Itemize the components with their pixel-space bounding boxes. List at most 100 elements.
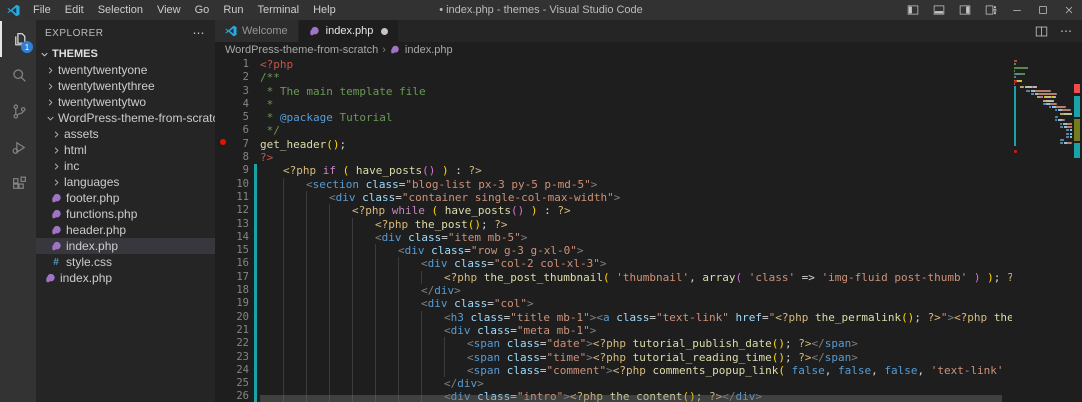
code-text[interactable]: * The main template file [257,85,1012,98]
breakpoint-margin[interactable] [215,390,227,402]
breakpoint-margin[interactable] [215,98,227,111]
breakpoint-margin[interactable] [215,124,227,137]
customize-layout-icon[interactable] [978,0,1004,20]
run-and-debug-icon[interactable] [0,129,36,165]
minimap[interactable] [1014,60,1072,402]
tree-file-index.php[interactable]: index.php [36,238,215,254]
code-text[interactable]: <div class="container single-col-max-wid… [257,191,1012,204]
toggle-primary-sidebar-icon[interactable] [900,0,926,20]
tree-folder-twentytwentythree[interactable]: twentytwentythree [36,78,215,94]
breakpoint-margin[interactable] [215,85,227,98]
breakpoint-margin[interactable] [215,257,227,270]
tab-welcome[interactable]: Welcome [215,20,298,42]
code-text[interactable]: <h3 class="title mb-1"><a class="text-li… [257,311,1012,324]
breakpoint-margin[interactable] [215,351,227,364]
menu-help[interactable]: Help [306,0,343,20]
menu-edit[interactable]: Edit [58,0,91,20]
breakpoint-margin[interactable] [215,311,227,324]
code-text[interactable]: <?php [257,58,1012,71]
tree-folder-assets[interactable]: assets [36,126,215,142]
breakpoint-margin[interactable] [215,218,227,231]
source-control-icon[interactable] [0,93,36,129]
breakpoint-margin[interactable] [215,204,227,217]
views-more-actions-icon[interactable]: ⋯ [193,26,206,40]
code-text[interactable]: <div class="row g-3 g-xl-0"> [257,244,1012,257]
horizontal-scrollbar[interactable] [260,395,1002,402]
code-text[interactable]: <span class="time"><?php tutorial_readin… [257,351,1012,364]
menu-run[interactable]: Run [216,0,250,20]
minimize-icon[interactable] [1004,0,1030,20]
code-text[interactable]: <span class="comment"><?php comments_pop… [257,364,1012,377]
code-text[interactable]: * [257,98,1012,111]
close-icon[interactable] [1056,0,1082,20]
tree-folder-wordpress-theme-from-scratch[interactable]: WordPress-theme-from-scratch [36,110,215,126]
breakpoint-margin[interactable] [215,178,227,191]
breakpoint-margin[interactable] [215,364,227,377]
breakpoint-margin[interactable] [215,324,227,337]
tree-folder-twentytwentyone[interactable]: twentytwentyone [36,62,215,78]
line-number: 18 [236,284,249,297]
code-text[interactable]: <span class="date"><?php tutorial_publis… [257,337,1012,350]
code-text[interactable]: <div class="col"> [257,297,1012,310]
breakpoint-margin[interactable] [215,71,227,84]
tree-folder-html[interactable]: html [36,142,215,158]
code-text[interactable]: <div class="col-2 col-xl-3"> [257,257,1012,270]
breakpoint-margin[interactable] [215,271,227,284]
split-editor-icon[interactable] [1035,25,1048,38]
breakpoint-icon[interactable] [220,138,226,145]
code-text[interactable]: <?php the_post_thumbnail( 'thumbnail', a… [257,271,1012,284]
editor-more-actions-icon[interactable]: ⋯ [1060,24,1072,38]
tree-file-style.css[interactable]: # style.css [36,254,215,270]
breadcrumb-file[interactable]: index.php [405,44,453,56]
code-text[interactable]: </div> [257,284,1012,297]
code-text[interactable]: <div class="item mb-5"> [257,231,1012,244]
code-text[interactable]: <?php while ( have_posts() ) : ?> [257,204,1012,217]
breakpoint-margin[interactable] [215,244,227,257]
code-text[interactable]: /** [257,71,1012,84]
menu-terminal[interactable]: Terminal [251,0,307,20]
toggle-panel-icon[interactable] [926,0,952,20]
breakpoint-margin[interactable] [215,297,227,310]
menu-file[interactable]: File [26,0,58,20]
tab-index-php[interactable]: index.php [298,20,399,42]
maximize-icon[interactable] [1030,0,1056,20]
tree-folder-languages[interactable]: languages [36,174,215,190]
code-text[interactable]: <?php if ( have_posts() ) : ?> [257,164,1012,177]
breakpoint-margin[interactable] [215,377,227,390]
tree-file-header.php[interactable]: header.php [36,222,215,238]
menu-go[interactable]: Go [188,0,217,20]
extensions-icon[interactable] [0,165,36,201]
section-themes[interactable]: THEMES [36,46,215,62]
dirty-indicator-icon[interactable] [381,27,389,35]
tree-file-footer.php[interactable]: footer.php [36,190,215,206]
tree-folder-twentytwentytwo[interactable]: twentytwentytwo [36,94,215,110]
search-icon[interactable] [0,57,36,93]
code-text[interactable]: <section class="blog-list px-3 py-5 p-md… [257,178,1012,191]
breakpoint-margin[interactable] [215,231,227,244]
overview-ruler-mark [1074,119,1080,141]
tree-file-functions.php[interactable]: functions.php [36,206,215,222]
breakpoint-margin[interactable] [215,191,227,204]
tree-folder-inc[interactable]: inc [36,158,215,174]
toggle-secondary-sidebar-icon[interactable] [952,0,978,20]
menu-view[interactable]: View [150,0,188,20]
breakpoint-margin[interactable] [215,151,227,164]
breakpoint-margin[interactable] [215,337,227,350]
overview-ruler[interactable] [1072,58,1082,402]
breakpoint-margin[interactable] [215,284,227,297]
code-text[interactable]: <?php the_post(); ?> [257,218,1012,231]
breakpoint-margin[interactable] [215,111,227,124]
tree-file-index.php[interactable]: index.php [36,270,215,286]
breadcrumb-folder[interactable]: WordPress-theme-from-scratch [225,44,378,56]
code-text[interactable]: ?> [257,151,1012,164]
code-text[interactable]: get_header(); [257,138,1012,151]
code-text[interactable]: <div class="meta mb-1"> [257,324,1012,337]
breakpoint-margin[interactable] [215,164,227,177]
breakpoint-margin[interactable] [215,138,227,151]
menu-selection[interactable]: Selection [91,0,150,20]
code-text[interactable]: * @package Tutorial [257,111,1012,124]
explorer-icon[interactable]: 1 [0,21,36,57]
code-text[interactable]: </div> [257,377,1012,390]
code-text[interactable]: */ [257,124,1012,137]
breakpoint-margin[interactable] [215,58,227,71]
